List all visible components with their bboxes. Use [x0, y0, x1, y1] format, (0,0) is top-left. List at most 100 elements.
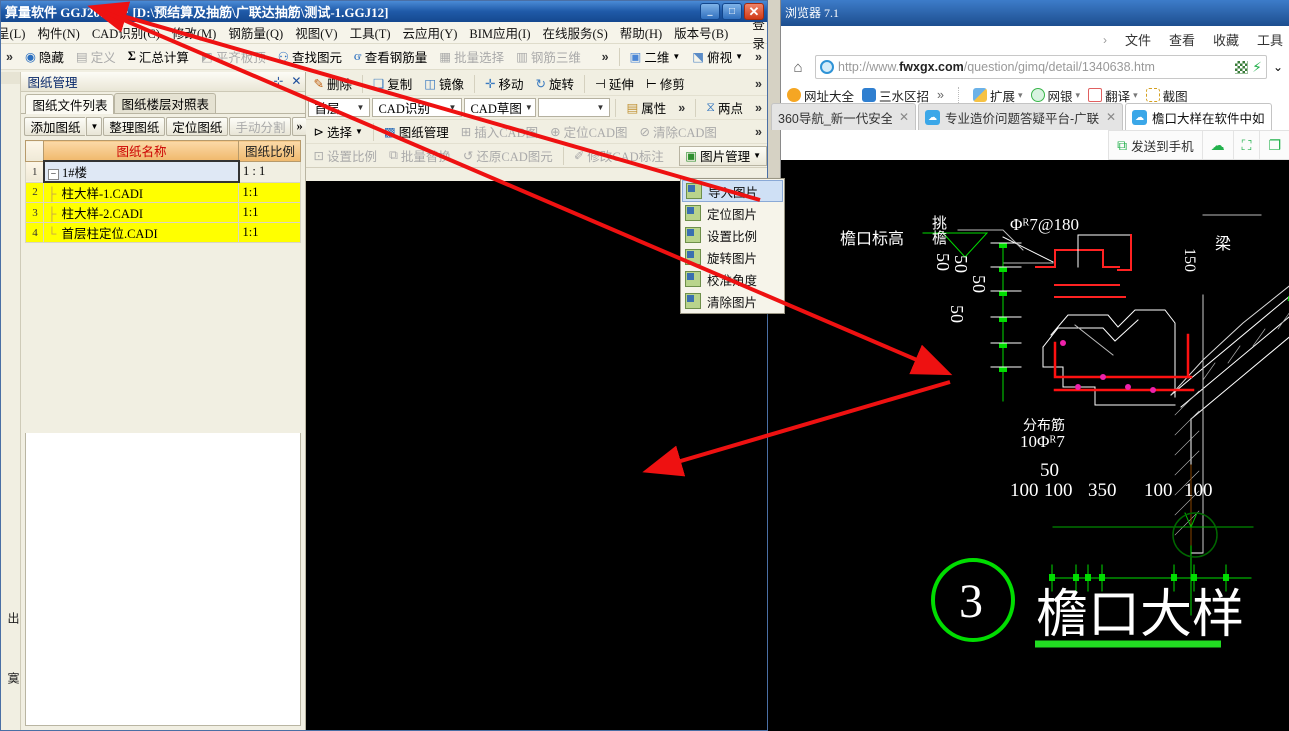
browser-tab[interactable]: 360导航_新一代安全上网导航 ✕: [771, 103, 916, 130]
menu-item-online-service[interactable]: 在线服务(S): [537, 23, 614, 42]
menu-item-rebar-quantity[interactable]: 钢筋量(Q): [222, 23, 289, 42]
tab-drawing-floor-map[interactable]: 图纸楼层对照表: [114, 93, 216, 113]
locate-cad-button[interactable]: ⊕ 定位CAD图: [545, 122, 632, 142]
panel-toolbar-overflow-icon[interactable]: »: [292, 116, 307, 136]
cell-drawing-name[interactable]: −1#楼: [42, 160, 240, 183]
view-2d-button[interactable]: ▣ 二维 ▼: [625, 46, 686, 68]
cloud-button[interactable]: ☁: [1203, 131, 1234, 159]
menu-item-view[interactable]: 视图(V): [289, 23, 343, 42]
chevron-down-icon[interactable]: ▼: [446, 103, 460, 112]
toolbar-overflow-icon[interactable]: »: [750, 101, 767, 115]
chevron-down-icon[interactable]: ▼: [753, 151, 761, 160]
floor-selector[interactable]: 首层 ▼: [308, 98, 371, 117]
menu-item-modify[interactable]: 修改(M): [166, 23, 222, 42]
extend-button[interactable]: ⊣ 延伸: [590, 74, 639, 94]
menu-item-cad-recognition[interactable]: CAD识别(C): [86, 23, 166, 42]
close-icon[interactable]: ✕: [1104, 110, 1116, 124]
trim-button[interactable]: ⊢ 修剪: [641, 74, 690, 94]
cad-layer-selector[interactable]: CAD草图 ▼: [464, 98, 537, 117]
chevron-down-icon[interactable]: ▾: [1018, 90, 1023, 101]
table-row[interactable]: 1 −1#楼 1 : 1: [25, 160, 302, 183]
minimize-button[interactable]: _: [700, 3, 720, 20]
properties-button[interactable]: ▤ 属性: [621, 98, 671, 118]
lightning-icon[interactable]: ⚡: [1252, 59, 1262, 76]
close-button[interactable]: ✕: [744, 3, 764, 20]
menu-item-tools[interactable]: 工具(T): [344, 23, 397, 42]
toolbar-overflow-icon[interactable]: »: [750, 125, 767, 139]
menu-item-component[interactable]: 构件(N): [31, 23, 85, 42]
add-drawing-dropdown-icon[interactable]: ▼: [86, 116, 103, 136]
select-tool-button[interactable]: ⊳ 选择 ▼: [308, 122, 367, 142]
chevron-down-icon[interactable]: ▼: [522, 103, 536, 112]
chevron-down-icon[interactable]: ⌄: [1273, 60, 1283, 74]
find-element-button[interactable]: ⚇ 查找图元: [273, 46, 347, 68]
menu-item-rotate-picture[interactable]: 旋转图片: [682, 246, 783, 268]
menu-item-cloud-apps[interactable]: 云应用(Y): [397, 23, 464, 42]
cell-drawing-name[interactable]: └ 首层柱定位.CADI: [43, 222, 240, 243]
chevron-right-icon[interactable]: ›: [1103, 33, 1107, 47]
chevron-down-icon[interactable]: ▼: [672, 52, 680, 61]
organize-drawing-button[interactable]: 整理图纸: [103, 116, 166, 136]
rail-vertical-label-2[interactable]: 寞: [5, 672, 22, 684]
send-to-phone-button[interactable]: ⧉ 发送到手机: [1109, 131, 1203, 159]
view-rebar-qty-button[interactable]: ᏻ 查看钢筋量: [349, 46, 432, 68]
mirror-button[interactable]: ◫ 镜像: [419, 74, 469, 94]
modify-cad-annotation-button[interactable]: ✐ 修改CAD标注: [569, 146, 669, 166]
copy-button[interactable]: ❏ 复制: [368, 74, 417, 94]
recognition-mode-selector[interactable]: CAD识别 ▼: [372, 98, 463, 117]
menu-item-version[interactable]: 版本号(B): [668, 23, 734, 42]
copy-button[interactable]: ❐: [1260, 131, 1289, 159]
toolbar-overflow-icon[interactable]: »: [673, 101, 690, 115]
delete-button[interactable]: ✎ 删除: [308, 74, 357, 94]
cell-drawing-scale[interactable]: 1:1: [238, 222, 302, 243]
rail-tab-strip[interactable]: [1, 72, 21, 84]
fullscreen-button[interactable]: ⛶: [1234, 131, 1261, 159]
tab-drawing-file-list[interactable]: 图纸文件列表: [25, 94, 115, 114]
hide-button[interactable]: ◉ 隐藏: [20, 46, 69, 68]
menu-item-project[interactable]: 呈(L): [1, 23, 31, 42]
batch-replace-button[interactable]: ⧉ 批量替换: [384, 146, 456, 166]
batch-select-button[interactable]: ▦ 批量选择: [434, 46, 509, 68]
pin-icon[interactable]: ⊹: [273, 74, 283, 89]
toolbar-overflow-icon[interactable]: »: [750, 50, 767, 64]
column-header-drawing-name[interactable]: 图纸名称: [43, 140, 240, 162]
manual-split-button[interactable]: 手动分割: [229, 116, 292, 136]
table-row[interactable]: 4 └ 首层柱定位.CADI 1:1: [25, 222, 302, 243]
table-row[interactable]: 3 ├ 柱大样-2.CADI 1:1: [25, 202, 302, 223]
chevron-down-icon[interactable]: ▼: [735, 52, 743, 61]
toolbar-overflow-icon[interactable]: »: [750, 77, 767, 91]
browser-menu-favorites[interactable]: 收藏: [1213, 30, 1239, 49]
set-scale-button[interactable]: ⊡ 设置比例: [308, 146, 382, 166]
add-drawing-button[interactable]: 添加图纸: [24, 116, 86, 136]
align-slab-top-button[interactable]: ◩ 平齐板顶: [196, 46, 271, 68]
menu-item-bim-apps[interactable]: BIM应用(I): [463, 23, 536, 42]
tree-expander-icon[interactable]: −: [47, 168, 59, 180]
home-icon[interactable]: ⌂: [787, 56, 809, 78]
menu-item-calibrate-angle[interactable]: 校准角度: [682, 268, 783, 290]
chevron-down-icon[interactable]: ▾: [1133, 90, 1138, 101]
menu-item-help[interactable]: 帮助(H): [614, 23, 668, 42]
cell-drawing-scale[interactable]: 1:1: [238, 202, 302, 223]
chevron-down-icon[interactable]: ▾: [1076, 90, 1081, 101]
menu-item-import-picture[interactable]: 导入图片: [682, 180, 783, 202]
close-icon[interactable]: ✕: [897, 110, 909, 124]
two-point-button[interactable]: ⧖ 两点: [701, 98, 748, 118]
drawing-management-button[interactable]: ▩ 图纸管理: [379, 122, 454, 142]
drawing-grid-empty-area[interactable]: [25, 432, 302, 726]
view-top-button[interactable]: ⬔ 俯视 ▼: [687, 46, 748, 68]
menu-item-set-scale[interactable]: 设置比例: [682, 224, 783, 246]
address-bar[interactable]: http://www.fwxgx.com/question/gimq/detai…: [815, 55, 1267, 79]
chevron-down-icon[interactable]: ▼: [594, 103, 608, 112]
table-row[interactable]: 2 ├ 柱大样-1.CADI 1:1: [25, 181, 302, 203]
move-button[interactable]: ✛ 移动: [480, 74, 529, 94]
menu-item-clear-picture[interactable]: 清除图片: [682, 290, 783, 312]
locate-drawing-button[interactable]: 定位图纸: [166, 116, 229, 136]
cell-drawing-name[interactable]: ├ 柱大样-1.CADI: [43, 181, 240, 203]
browser-tab-active[interactable]: ☁ 檐口大样在软件中如: [1125, 103, 1272, 130]
rail-vertical-label-1[interactable]: 出: [5, 612, 22, 624]
define-button[interactable]: ▤ 定义: [71, 46, 121, 68]
rotate-button[interactable]: ↻ 旋转: [531, 74, 580, 94]
summary-calc-button[interactable]: Σ 汇总计算: [123, 46, 194, 68]
qrcode-icon[interactable]: [1235, 60, 1249, 74]
browser-menu-view[interactable]: 查看: [1169, 30, 1195, 49]
